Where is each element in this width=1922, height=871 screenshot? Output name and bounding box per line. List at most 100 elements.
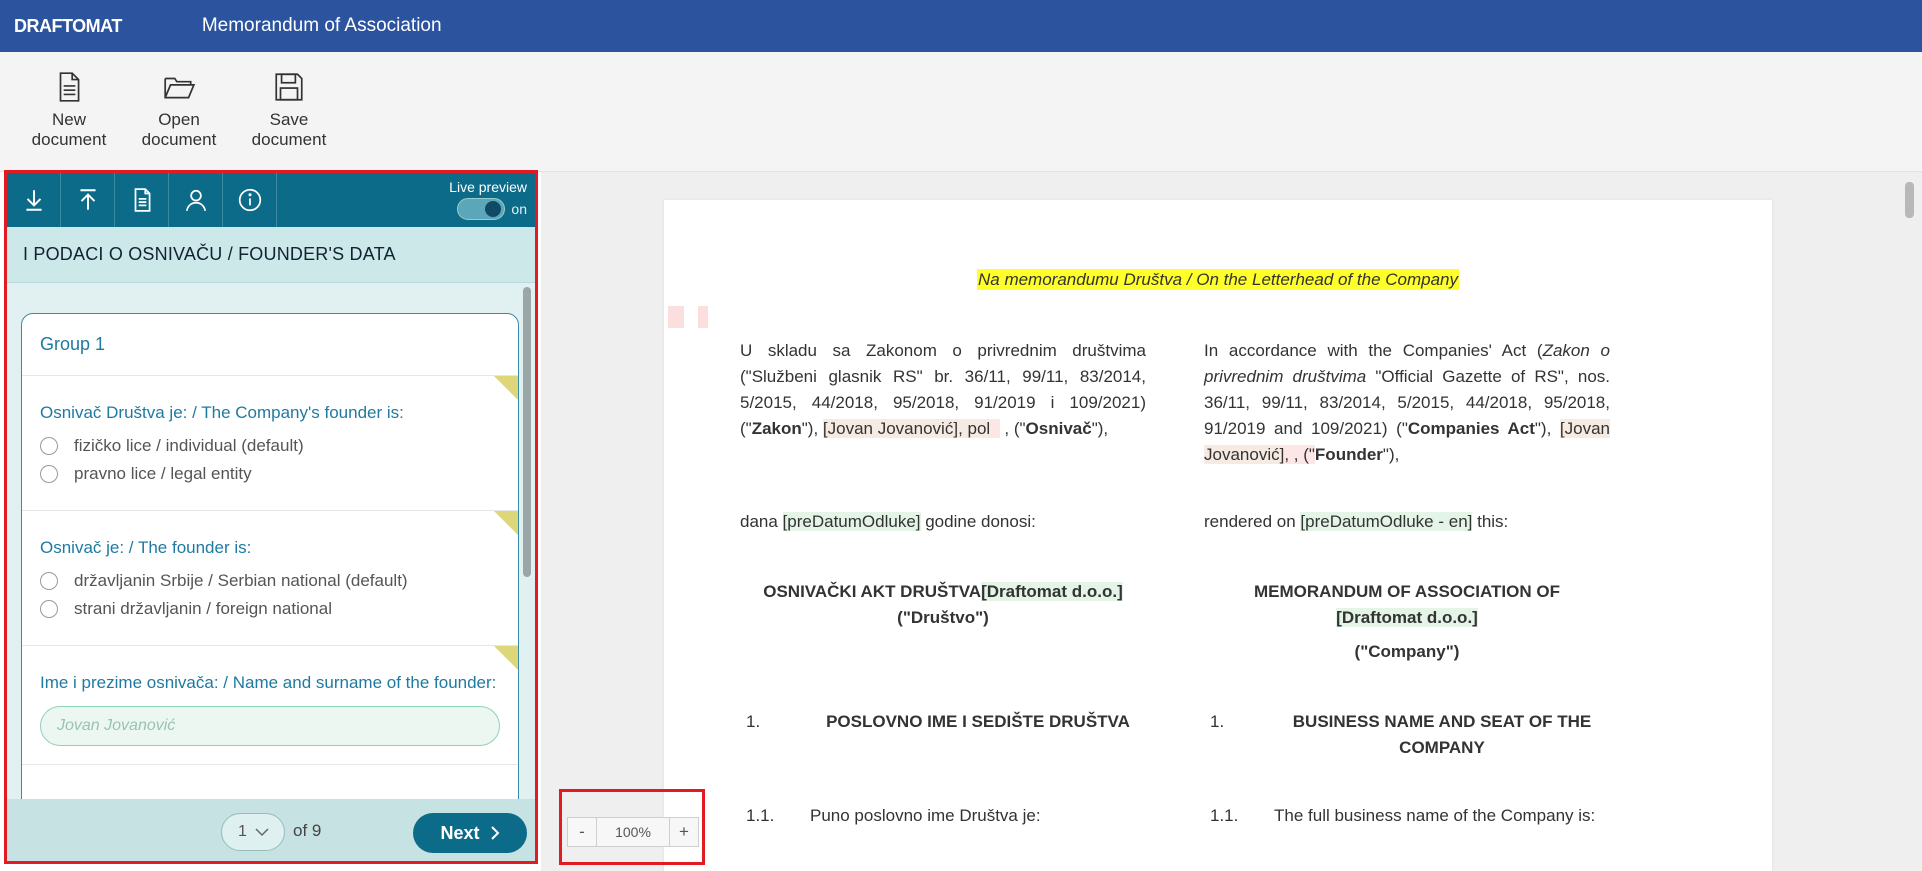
intro-paragraph-en: In accordance with the Companies' Act (Z… (1204, 338, 1610, 468)
text-run: "), (1091, 419, 1109, 438)
text-run: "), (1382, 445, 1400, 464)
page-select-value: 1 (238, 823, 247, 840)
founder-type-label: Osnivač Društva je: / The Company's foun… (40, 403, 404, 422)
text-run: , (" (999, 419, 1026, 438)
text-run: this: (1472, 512, 1509, 531)
group-title: Group 1 (22, 314, 518, 376)
clause-text: Puno poslovno ime Društva je: (810, 806, 1041, 825)
clause-1-1-en: 1.1. The full business name of the Compan… (1204, 803, 1610, 829)
clause-number: 1.1. (746, 806, 775, 825)
radio-label: pravno lice / legal entity (74, 464, 252, 483)
zoom-out-button[interactable]: - (568, 818, 596, 846)
founder-nationality-label: Osnivač je: / The founder is: (40, 538, 252, 557)
heading-defined-term: ("Društvo") (897, 608, 989, 627)
zoom-in-button[interactable]: + (670, 818, 698, 846)
panel-toolbar: Live preview on (7, 173, 535, 227)
founder-nationality-field: Osnivač je: / The founder is: državljani… (22, 511, 518, 646)
info-icon (238, 188, 261, 212)
founder-name-input[interactable] (40, 706, 500, 746)
next-button-label: Next (440, 822, 480, 843)
folder-open-icon (164, 77, 196, 99)
page-select[interactable]: 1 (221, 813, 285, 851)
live-preview-state: on (511, 201, 527, 217)
user-button[interactable] (169, 173, 223, 227)
document-icon (134, 188, 150, 212)
next-button[interactable]: Next (413, 813, 527, 853)
company-name-placeholder[interactable]: [Draftomat d.o.o.] (1336, 608, 1478, 627)
switch-knob (485, 201, 502, 217)
save-icon (275, 73, 303, 101)
document-view-button[interactable] (115, 173, 169, 227)
empty-placeholder[interactable] (990, 419, 1000, 438)
viewer-scrollbar[interactable] (1905, 182, 1914, 218)
chevron-down-icon (255, 828, 269, 837)
field-corner-marker (494, 511, 518, 535)
clause-text: The full business name of the Company is… (1274, 806, 1596, 825)
info-button[interactable] (223, 173, 277, 227)
date-paragraph-en: rendered on [preDatumOdluke - en] this: (1204, 509, 1610, 535)
text-run: "), (801, 419, 823, 438)
letterhead-text: Na memorandumu Društva / On the Letterhe… (976, 269, 1460, 290)
upload-icon (79, 189, 96, 210)
document-title: Memorandum of Association (201, 15, 442, 36)
founder-type-field: Osnivač Društva je: / The Company's foun… (22, 376, 518, 511)
section-1-heading-sr: 1. POSLOVNO IME I SEDIŠTE DRUŠTVA (740, 709, 1146, 735)
founder-name-label: Ime i prezime osnivača: / Name and surna… (40, 673, 497, 692)
panel-footer: 1 of 9 Next (7, 799, 535, 861)
radio-individual[interactable]: fizičko lice / individual (default) (40, 436, 500, 456)
save-document-label: Save document (251, 110, 327, 149)
radio-label: državljanin Srbije / Serbian national (d… (74, 571, 408, 590)
zoom-level: 100% (596, 818, 670, 846)
radio-label: strani državljanin / foreign national (74, 599, 332, 618)
date-placeholder[interactable]: [preDatumOdluke - en] (1300, 512, 1473, 531)
text-run: , pol (958, 419, 991, 438)
text-run: godine donosi: (920, 512, 1036, 531)
main-toolbar: New document Open document Save document (0, 52, 1922, 172)
founder-name-field: Ime i prezime osnivača: / Name and surna… (22, 646, 518, 765)
chevron-right-icon (490, 826, 499, 840)
app-header: DRAFTOMAT Memorandum of Association (0, 0, 1922, 52)
save-document-button[interactable]: Save document (234, 52, 344, 171)
defined-term: Founder (1314, 445, 1383, 464)
letterhead-note: Na memorandumu Društva / On the Letterhe… (664, 269, 1772, 290)
clause-1-1-sr: 1.1. Puno poslovno ime Društva je: (740, 803, 1146, 829)
radio-legal-entity[interactable]: pravno lice / legal entity (40, 464, 500, 484)
section-title: BUSINESS NAME AND SEAT OF THE COMPANY (1292, 712, 1592, 757)
defined-term: Zakon (751, 419, 802, 438)
radio-circle[interactable] (40, 465, 58, 483)
section-number: 1. (746, 712, 761, 731)
zoom-control-highlight: - 100% + (559, 789, 705, 865)
radio-circle[interactable] (40, 437, 58, 455)
download-icon (25, 190, 42, 211)
form-scroll-area[interactable]: Group 1 Osnivač Društva je: / The Compan… (7, 283, 535, 799)
text-run: , , (" (1284, 445, 1315, 464)
live-preview-label: Live preview (449, 179, 527, 195)
radio-circle[interactable] (40, 600, 58, 618)
app-logo: DRAFTOMAT (14, 15, 122, 36)
clause-number: 1.1. (1210, 806, 1239, 825)
heading-en: MEMORANDUM OF ASSOCIATION OF [Draftomat … (1204, 579, 1610, 665)
radio-circle[interactable] (40, 572, 58, 590)
download-button[interactable] (7, 173, 61, 227)
company-name-placeholder[interactable]: [Draftomat d.o.o.] (981, 582, 1123, 601)
new-document-button[interactable]: New document (14, 52, 124, 171)
live-preview-toggle[interactable]: on (449, 198, 527, 220)
radio-foreign-national[interactable]: strani državljanin / foreign national (40, 599, 500, 619)
section-title: I PODACI O OSNIVAČU / FOUNDER'S DATA (7, 227, 535, 283)
radio-label: fizičko lice / individual (default) (74, 436, 304, 455)
upload-button[interactable] (61, 173, 115, 227)
founder-name-placeholder[interactable]: [Jovan Jovanović] (822, 419, 959, 438)
radio-serbian-national[interactable]: državljanin Srbije / Serbian national (d… (40, 571, 500, 591)
date-placeholder[interactable]: [preDatumOdluke] (782, 512, 921, 531)
new-document-label: New document (31, 110, 107, 149)
new-document-icon (59, 72, 80, 102)
heading-sr: OSNIVAČKI AKT DRUŠTVA[Draftomat d.o.o.] … (740, 579, 1146, 631)
heading-text: OSNIVAČKI AKT DRUŠTVA (763, 582, 982, 601)
live-preview-switch[interactable] (457, 198, 506, 220)
group-card: Group 1 Osnivač Društva je: / The Compan… (21, 313, 519, 799)
text-run: dana (740, 512, 783, 531)
open-document-button[interactable]: Open document (124, 52, 234, 171)
panel-scrollbar[interactable] (523, 287, 531, 577)
zoom-control: - 100% + (567, 817, 699, 847)
live-preview: Live preview on (449, 179, 527, 220)
